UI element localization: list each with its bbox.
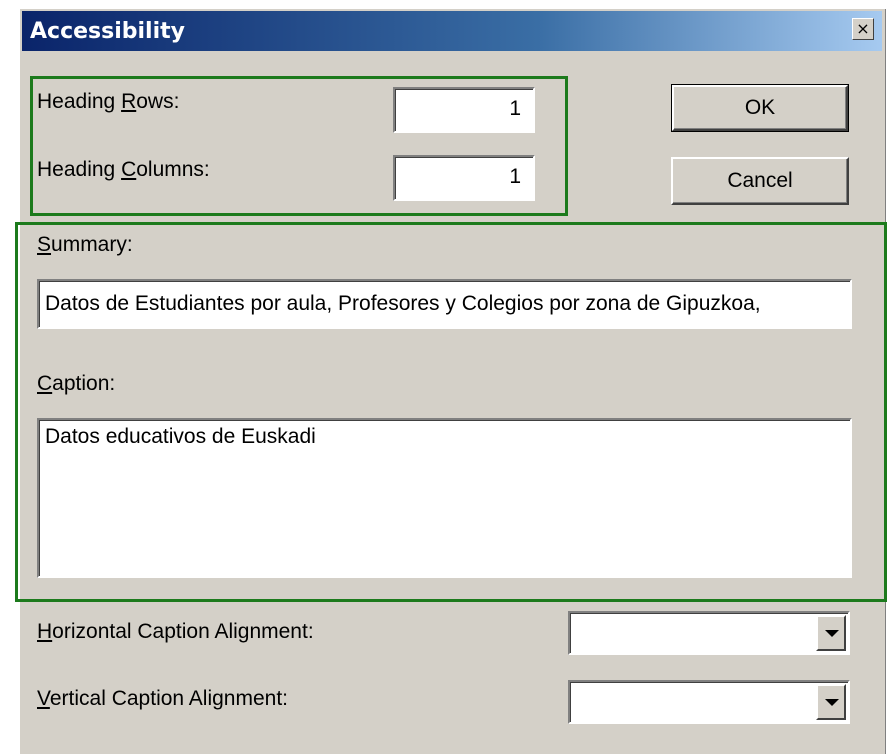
summary-accesskey: S [37, 233, 52, 256]
heading-rows-input[interactable]: 1 [393, 87, 535, 133]
chevron-down-icon[interactable] [816, 615, 846, 651]
heading-rows-label-post: ows: [136, 90, 180, 113]
vertical-label-post: ertical Caption Alignment: [49, 687, 288, 710]
title-bar[interactable]: Accessibility × [22, 11, 882, 51]
heading-columns-input[interactable]: 1 [393, 155, 535, 201]
heading-rows-accesskey: R [121, 90, 137, 113]
close-icon[interactable]: × [852, 18, 874, 40]
heading-columns-label-pre: Heading [37, 158, 122, 181]
ok-button[interactable]: OK [671, 84, 849, 132]
horizontal-accesskey: H [37, 620, 53, 643]
horizontal-alignment-select[interactable] [568, 611, 850, 655]
horizontal-label-post: orizontal Caption Alignment: [52, 620, 314, 643]
heading-rows-label: Heading Rows: [37, 90, 179, 114]
summary-label: Summary: [37, 233, 133, 257]
heading-columns-label: Heading Columns: [37, 158, 210, 182]
horizontal-alignment-label: Horizontal Caption Alignment: [37, 620, 314, 644]
dialog-title: Accessibility [30, 19, 185, 44]
caption-accesskey: C [37, 372, 53, 395]
heading-columns-accesskey: C [121, 158, 137, 181]
heading-columns-label-post: olumns: [136, 158, 210, 181]
vertical-accesskey: V [37, 687, 50, 710]
caption-label-post: aption: [52, 372, 116, 395]
summary-input[interactable]: Datos de Estudiantes por aula, Profesore… [37, 279, 852, 329]
cancel-button[interactable]: Cancel [671, 157, 849, 205]
caption-textarea[interactable]: Datos educativos de Euskadi [37, 418, 852, 578]
summary-label-post: ummary: [51, 233, 133, 256]
heading-rows-label-pre: Heading [37, 90, 122, 113]
chevron-down-icon[interactable] [816, 684, 846, 720]
caption-label: Caption: [37, 372, 115, 396]
vertical-alignment-select[interactable] [568, 680, 850, 724]
vertical-alignment-label: Vertical Caption Alignment: [37, 687, 288, 711]
